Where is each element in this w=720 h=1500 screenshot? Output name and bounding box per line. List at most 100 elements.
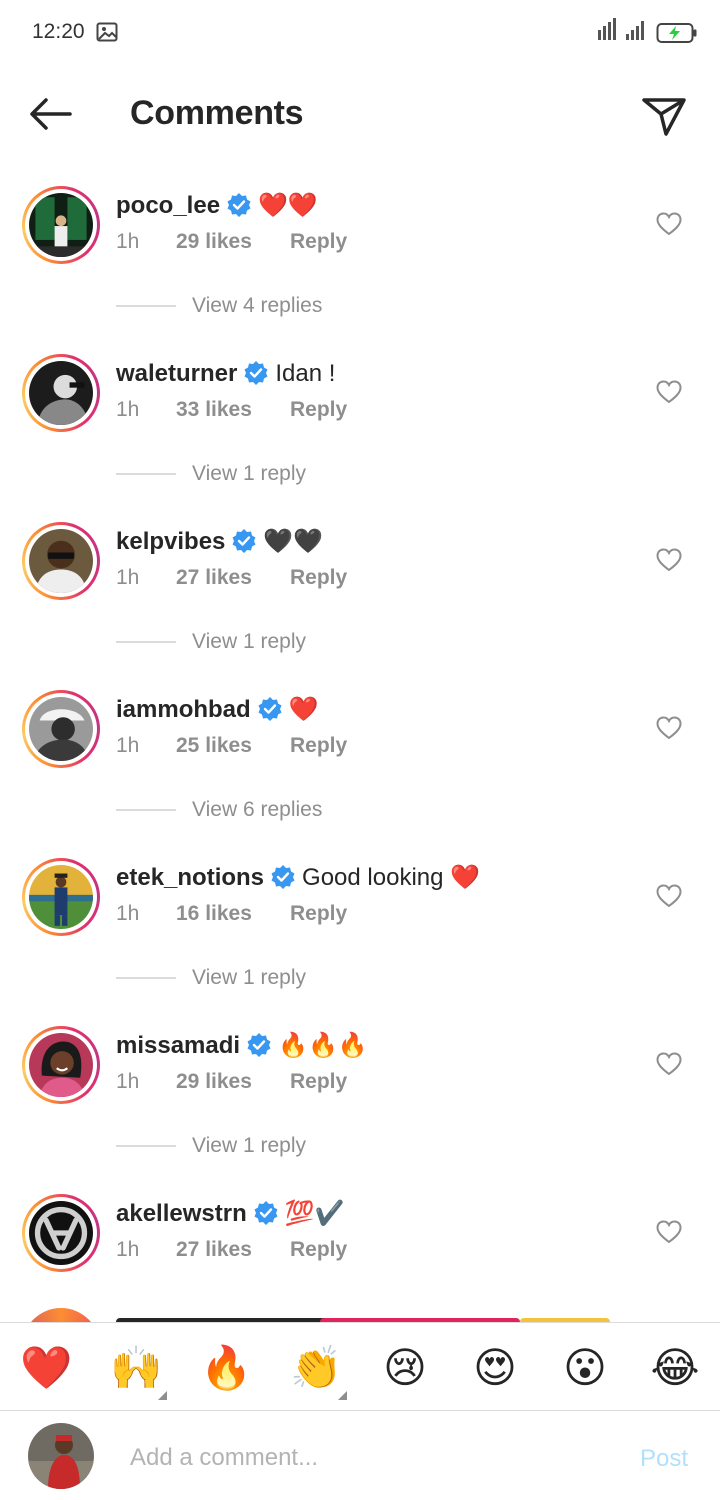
comment-username[interactable]: akellewstrn <box>116 1200 247 1227</box>
comment-time: 1h <box>116 734 140 757</box>
avatar[interactable] <box>22 858 100 936</box>
heart-icon[interactable] <box>656 212 682 236</box>
comment-text: 💯✔️ <box>284 1200 345 1227</box>
view-replies-link[interactable]: View 1 reply <box>116 462 306 490</box>
view-replies-link[interactable]: View 4 replies <box>116 294 322 322</box>
view-replies-link[interactable]: View 1 reply <box>116 1134 306 1162</box>
verified-badge-icon <box>232 529 256 553</box>
comment-likes[interactable]: 27 likes <box>176 566 290 590</box>
reply-button[interactable]: Reply <box>290 566 347 589</box>
reply-button[interactable]: Reply <box>290 398 347 421</box>
comment-input[interactable] <box>130 1441 610 1475</box>
comment-username[interactable]: kelpvibes <box>116 528 225 555</box>
avatar[interactable] <box>22 522 100 600</box>
view-replies-link[interactable]: View 6 replies <box>116 798 322 826</box>
heart-icon[interactable] <box>656 548 682 572</box>
comment-item: akellewstrn 💯✔️ 1h 27 likes Reply <box>0 1176 720 1322</box>
comment-composer: Post <box>0 1410 720 1500</box>
comment-item: waleturner Idan ! 1h 33 likes Reply View 1 … <box>0 336 720 504</box>
post-button[interactable]: Post <box>640 1445 688 1473</box>
status-bar: 12:20 <box>0 0 720 66</box>
comment-time: 1h <box>116 1238 140 1261</box>
heart-eyes-emoji[interactable]: 😍 <box>470 1343 520 1393</box>
avatar[interactable] <box>22 186 100 264</box>
comment-username[interactable]: iammohbad <box>116 696 251 723</box>
heart-icon[interactable] <box>656 1052 682 1076</box>
send-icon[interactable] <box>640 94 688 138</box>
reply-button[interactable]: Reply <box>290 1070 347 1093</box>
avatar[interactable] <box>22 690 100 768</box>
comment-username[interactable]: poco_lee <box>116 192 220 219</box>
comment-item-partial <box>0 1308 720 1322</box>
comment-item: etek_notions Good looking ❤️ 1h 16 likes Re… <box>0 840 720 1008</box>
surprised-face-emoji[interactable]: 😮 <box>560 1343 610 1393</box>
heart-icon[interactable] <box>656 716 682 740</box>
comment-item: kelpvibes 🖤🖤 1h 27 likes Reply View 1 reply <box>0 504 720 672</box>
view-replies-link[interactable]: View 1 reply <box>116 630 306 658</box>
crying-face-emoji[interactable]: 😢 <box>380 1343 430 1393</box>
app-header: Comments <box>0 66 720 162</box>
comment-time: 1h <box>116 230 140 253</box>
page-title: Comments <box>130 94 304 132</box>
reply-button[interactable]: Reply <box>290 1238 347 1261</box>
skin-tone-indicator <box>158 1391 167 1400</box>
comment-likes[interactable]: 16 likes <box>176 902 290 926</box>
heart-icon[interactable] <box>656 884 682 908</box>
comment-text: ❤️❤️ <box>258 192 318 219</box>
comment-likes[interactable]: 29 likes <box>176 230 290 254</box>
avatar[interactable] <box>22 1026 100 1104</box>
comment-item: missamadi 🔥🔥🔥 1h 29 likes Reply View 1 repl… <box>0 1008 720 1176</box>
divider <box>116 809 176 812</box>
comment-item: poco_lee ❤️❤️ 1h 29 likes Reply View 4 repl… <box>0 168 720 336</box>
view-replies-label: View 1 reply <box>192 462 307 485</box>
battery-charging-icon <box>656 23 697 43</box>
divider <box>116 1145 176 1148</box>
comment-time: 1h <box>116 566 140 589</box>
current-user-avatar <box>28 1423 94 1489</box>
view-replies-link[interactable]: View 1 reply <box>116 966 306 994</box>
heart-icon[interactable] <box>656 380 682 404</box>
divider <box>116 305 176 308</box>
verified-badge-icon <box>271 865 295 889</box>
reply-button[interactable]: Reply <box>290 230 347 253</box>
comment-likes[interactable]: 29 likes <box>176 1070 290 1094</box>
avatar[interactable] <box>22 1194 100 1272</box>
view-replies-label: View 6 replies <box>192 798 323 821</box>
view-replies-label: View 1 reply <box>192 966 307 989</box>
signal-icon <box>598 18 644 40</box>
fire-emoji[interactable]: 🔥 <box>200 1343 252 1393</box>
divider <box>116 977 176 980</box>
comment-likes[interactable]: 33 likes <box>176 398 290 422</box>
laughing-tears-emoji[interactable]: 😂 <box>650 1343 700 1393</box>
reply-button[interactable]: Reply <box>290 902 347 925</box>
comment-text: 🖤🖤 <box>263 528 324 555</box>
heart-icon[interactable] <box>656 1220 682 1244</box>
back-arrow-icon[interactable] <box>26 94 74 134</box>
verified-badge-icon <box>244 361 268 385</box>
raising-hands-emoji[interactable]: 🙌 <box>110 1343 162 1393</box>
verified-badge-icon <box>247 1033 271 1057</box>
reply-button[interactable]: Reply <box>290 734 347 757</box>
comment-likes[interactable]: 25 likes <box>176 734 290 758</box>
comment-time: 1h <box>116 398 140 421</box>
comment-time: 1h <box>116 902 140 925</box>
verified-badge-icon <box>254 1201 278 1225</box>
comments-list[interactable]: poco_lee ❤️❤️ 1h 29 likes Reply View 4 repl… <box>0 168 720 1322</box>
comment-item: iammohbad ❤️ 1h 25 likes Reply View 6 repli… <box>0 672 720 840</box>
view-replies-label: View 1 reply <box>192 630 307 653</box>
comment-username[interactable]: waleturner <box>116 360 237 387</box>
clapping-hands-emoji[interactable]: 👏 <box>290 1343 342 1393</box>
comment-username[interactable]: missamadi <box>116 1032 240 1059</box>
comment-username[interactable]: etek_notions <box>116 864 264 891</box>
divider <box>116 641 176 644</box>
view-replies-label: View 1 reply <box>192 1134 307 1157</box>
verified-badge-icon <box>258 697 282 721</box>
divider <box>116 473 176 476</box>
comment-likes[interactable]: 27 likes <box>176 1238 290 1262</box>
comment-text: Idan ! <box>275 360 336 387</box>
gallery-icon <box>96 22 118 42</box>
avatar[interactable] <box>22 1308 100 1322</box>
heart-emoji[interactable]: ❤️ <box>20 1343 72 1393</box>
emoji-quick-reactions: ❤️ 🙌 🔥 👏 😢 😍 😮 😂 <box>0 1322 720 1410</box>
avatar[interactable] <box>22 354 100 432</box>
